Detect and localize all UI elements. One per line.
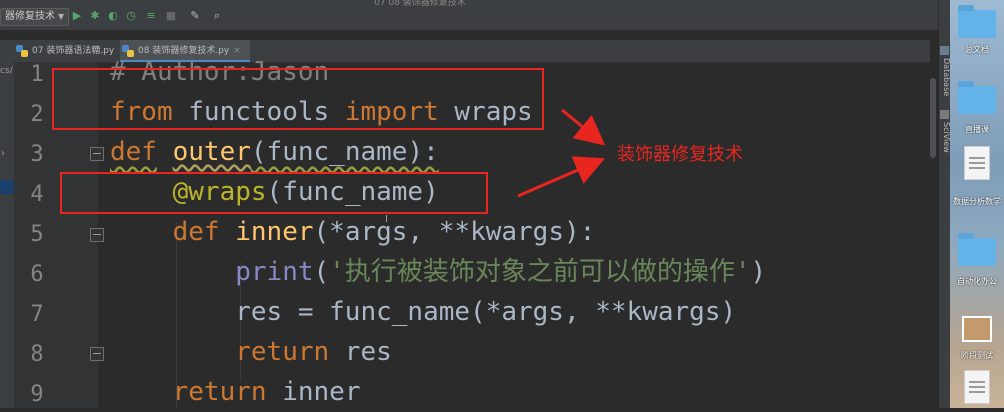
annotation-box-import xyxy=(52,68,544,130)
selected-tree-item[interactable] xyxy=(0,180,14,194)
line-number: 8 xyxy=(30,342,44,367)
sciview-icon[interactable] xyxy=(940,110,949,119)
chevron-right-icon[interactable]: › xyxy=(1,148,5,159)
wrench-icon[interactable]: ✎ xyxy=(188,9,202,23)
debug-icon[interactable]: ✱ xyxy=(88,9,102,23)
desktop-folder-docs[interactable]: 总文档 xyxy=(950,0,1004,56)
code-line-5: def inner(*args, **kwargs): xyxy=(172,217,596,247)
folder-icon xyxy=(958,233,996,266)
desktop-item-label: 总文档 xyxy=(965,45,989,54)
run-config-label: 器修复技术 xyxy=(5,11,55,22)
code-line-7: res = func_name(*args, **kwargs) xyxy=(235,297,737,327)
annotation-label: 装饰器修复技术 xyxy=(617,144,743,165)
desktop-item-label: 直播课 xyxy=(965,125,989,134)
desktop-folder-live[interactable]: 直播课 xyxy=(950,70,1004,136)
scrollbar-thumb[interactable] xyxy=(930,78,936,158)
desktop-file-math[interactable]: 数据分析数学 xyxy=(950,140,1004,210)
code-line-3: def outer(func_name): xyxy=(110,137,439,167)
desktop-item-label: 阶段测试 xyxy=(961,351,993,360)
line-number: 6 xyxy=(30,262,44,287)
project-panel-edge[interactable]: cs/ › xyxy=(0,62,14,408)
project-path-fragment: cs/ xyxy=(0,66,13,76)
line-number: 3 xyxy=(30,142,44,167)
coverage-icon[interactable]: ◐ xyxy=(106,9,120,23)
python-file-icon xyxy=(16,45,28,57)
desktop-item-label: 数据分析数学 xyxy=(953,197,1001,206)
concurrency-icon[interactable]: ≡ xyxy=(144,9,158,23)
code-line-8: return res xyxy=(235,337,392,367)
desktop-folder-automation[interactable]: 自动化办公 xyxy=(950,224,1004,288)
folder-icon xyxy=(958,5,996,38)
code-line-9: return inner xyxy=(172,377,361,407)
line-number: 7 xyxy=(30,302,44,327)
desktop-item-label: 自动化办公 xyxy=(957,277,997,286)
search-icon[interactable]: ⌕ xyxy=(210,9,224,23)
stop-icon[interactable]: ■ xyxy=(164,9,178,23)
desktop-background: 总文档 直播课 数据分析数学 自动化办公 阶段测试 xyxy=(950,0,1004,408)
line-number: 5 xyxy=(30,222,44,247)
database-icon[interactable] xyxy=(940,46,949,55)
desktop-file-test[interactable]: 阶段测试 xyxy=(950,300,1004,364)
line-number: 4 xyxy=(30,182,44,207)
tab-label: 07 装饰器语法糖.py xyxy=(32,46,115,56)
image-file-icon xyxy=(962,316,992,342)
line-number: 9 xyxy=(30,382,44,407)
annotation-box-decorator xyxy=(60,172,488,214)
code-line-6: print('执行被装饰对象之前可以做的操作') xyxy=(235,257,767,287)
run-config-selector[interactable]: 器修复技术 ▼ xyxy=(0,8,70,26)
text-cursor-icon: I xyxy=(385,214,388,225)
run-icon[interactable]: ▶ xyxy=(70,9,84,23)
main-toolbar: 07 08 装饰器修复技术 器修复技术 ▼ ▶ ✱ ◐ ◷ ≡ ■ ✎ ⌕ xyxy=(0,0,940,31)
document-icon xyxy=(964,146,990,180)
folder-icon xyxy=(958,81,996,114)
profile-icon[interactable]: ◷ xyxy=(124,9,138,23)
chevron-down-icon: ▼ xyxy=(58,12,65,21)
document-icon[interactable] xyxy=(964,370,990,404)
window-title: 07 08 装饰器修复技术 xyxy=(374,0,466,6)
